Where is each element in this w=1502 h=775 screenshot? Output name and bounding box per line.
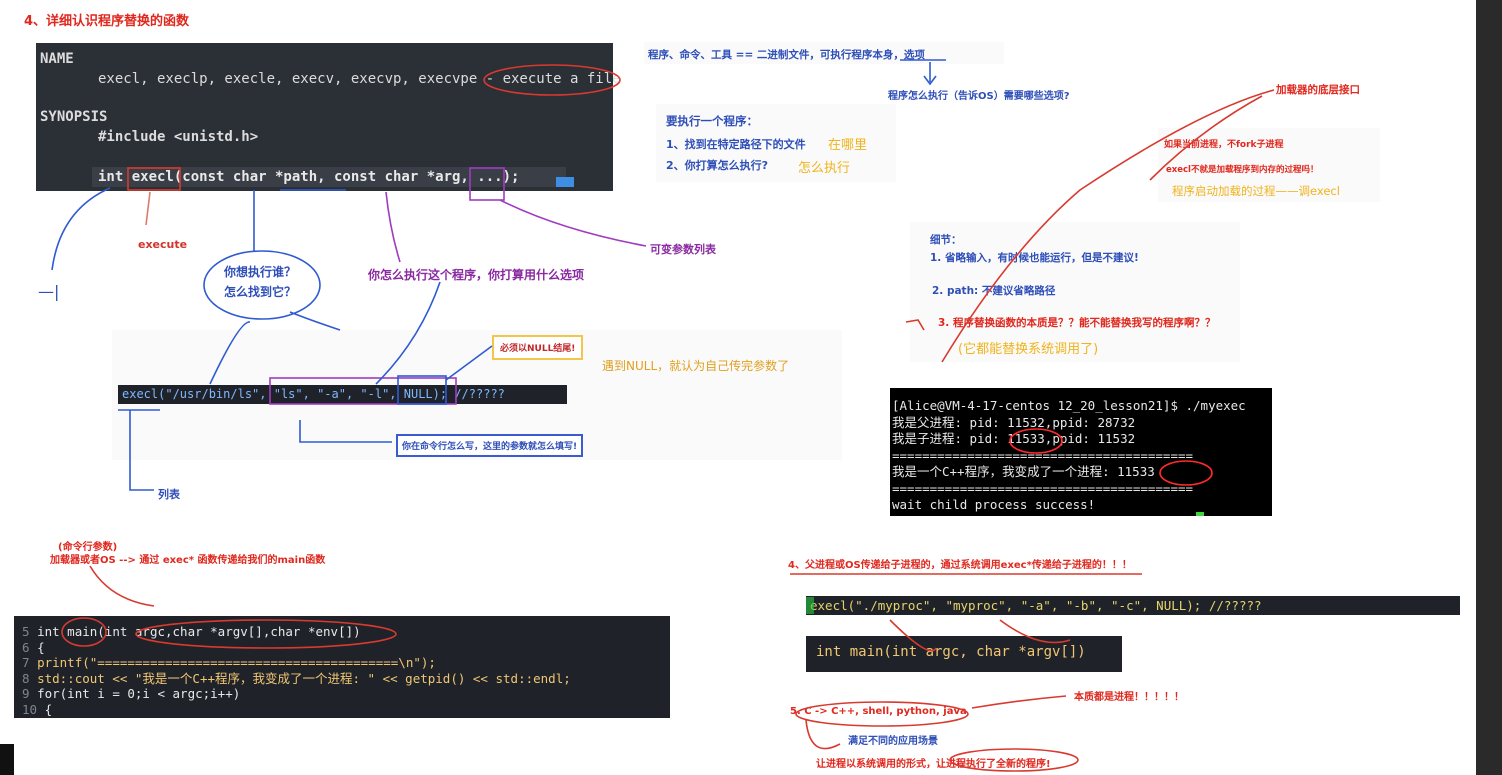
box-null xyxy=(397,375,447,405)
circle-main-params xyxy=(135,619,397,649)
arrow-call-to-how xyxy=(375,281,441,385)
circle-execute-a-file xyxy=(483,64,621,96)
circle-new-pid xyxy=(1159,460,1213,486)
circle-child-pid xyxy=(1009,428,1063,454)
circle-who xyxy=(203,250,321,320)
circle-main xyxy=(61,617,107,647)
arrow-execute xyxy=(145,191,151,226)
circle-new-program xyxy=(949,748,1079,772)
arrow-list xyxy=(129,410,154,491)
arrow-loader-main xyxy=(89,565,155,607)
arrow-loader-iface xyxy=(941,89,1275,363)
box-execl xyxy=(127,167,181,191)
arrow-arg xyxy=(385,191,401,263)
arrow-call-to-who xyxy=(209,321,251,385)
arrow-left-curve xyxy=(51,187,111,271)
arrow-myproc-argv xyxy=(889,619,937,652)
arrow-back-who xyxy=(289,311,341,331)
arrow-down-how-os xyxy=(923,62,937,86)
box-string-args xyxy=(269,377,457,405)
arrow-null xyxy=(445,345,493,381)
arrow-essence xyxy=(971,695,1067,709)
arrow-cmdline xyxy=(299,420,392,443)
box-varargs xyxy=(469,167,505,201)
circle-langs xyxy=(795,701,969,727)
annotations-layer xyxy=(51,59,1275,772)
arrow-myproc-args xyxy=(999,619,1071,644)
arrow-varargs xyxy=(499,199,647,247)
arrow-startup xyxy=(1149,95,1263,181)
check-d3 xyxy=(905,319,925,331)
